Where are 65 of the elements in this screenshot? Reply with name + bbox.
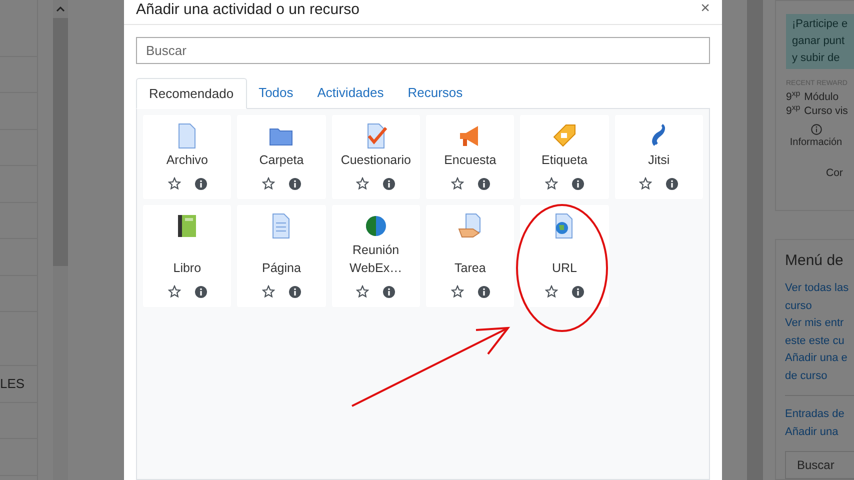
activity-tile[interactable]: Reunión WebEx…: [332, 205, 420, 307]
modal-title: Añadir una actividad o un recurso: [136, 1, 360, 18]
reward-text: Módulo: [804, 90, 839, 104]
activity-tile[interactable]: URL: [520, 205, 609, 307]
activity-name: Encuesta: [443, 152, 498, 169]
info-icon[interactable]: [572, 178, 584, 190]
star-icon[interactable]: [262, 285, 275, 298]
search-field[interactable]: Buscar: [136, 37, 710, 64]
activity-name: Archivo: [165, 152, 209, 169]
star-icon[interactable]: [356, 177, 370, 190]
info-icon[interactable]: [194, 286, 207, 298]
tab[interactable]: Recursos: [396, 77, 475, 108]
star-icon[interactable]: [544, 285, 558, 298]
info-icon[interactable]: [383, 178, 396, 190]
activity-tile[interactable]: Carpeta: [237, 115, 326, 199]
info-icon[interactable]: [478, 286, 490, 298]
info-icon[interactable]: [288, 286, 301, 298]
activity-name: Libro: [172, 260, 202, 277]
info-icon[interactable]: [478, 178, 490, 190]
activity-tile[interactable]: Cuestionario: [332, 115, 420, 199]
points: 9$^{xp}$: [786, 104, 800, 118]
activity-tile[interactable]: Página: [237, 205, 326, 307]
info-icon[interactable]: [383, 286, 396, 298]
tag-icon: [551, 123, 578, 149]
activity-name: Etiqueta: [540, 152, 588, 169]
points: 9$^{xp}$: [786, 90, 800, 104]
star-icon[interactable]: [450, 285, 464, 298]
scroll-up-icon[interactable]: [56, 6, 65, 12]
activity-name: Página: [261, 260, 302, 277]
info-label: Información: [790, 136, 842, 150]
info-icon[interactable]: [288, 178, 301, 190]
activity-tile[interactable]: Libro: [143, 205, 232, 307]
tab[interactable]: Todos: [246, 77, 306, 108]
star-icon[interactable]: [356, 285, 370, 298]
activity-name: Carpeta: [258, 152, 305, 169]
activity-tile[interactable]: Tarea: [426, 205, 514, 307]
star-icon[interactable]: [639, 177, 652, 190]
cut-label: Cor: [826, 166, 844, 180]
info-icon[interactable]: [194, 178, 207, 190]
activity-name: Cuestionario: [340, 152, 411, 169]
card-title: Menú de: [785, 250, 844, 270]
reward-text: Curso vis: [804, 104, 848, 118]
star-icon[interactable]: [544, 177, 558, 190]
activity-tile[interactable]: Etiqueta: [520, 115, 609, 199]
star-icon[interactable]: [168, 285, 181, 298]
info-icon[interactable]: [666, 178, 678, 190]
tab[interactable]: Recomendado: [136, 78, 247, 109]
info-icon[interactable]: [810, 124, 822, 134]
activity-tile[interactable]: Jitsi: [614, 115, 703, 199]
star-icon[interactable]: [168, 177, 181, 190]
activity-name: URL: [550, 260, 578, 277]
info-icon[interactable]: [572, 286, 584, 298]
activity-tile[interactable]: Archivo: [143, 115, 232, 199]
star-icon[interactable]: [450, 177, 464, 190]
close-button[interactable]: ×: [700, 1, 710, 17]
notice-text: ¡Participe e ganar punt y subir de: [786, 14, 854, 69]
activity-name: Jitsi: [647, 152, 671, 169]
star-icon[interactable]: [262, 177, 275, 190]
activity-tile[interactable]: Encuesta: [426, 115, 514, 199]
search-field[interactable]: Buscar: [785, 451, 854, 479]
hand-document-icon: [457, 213, 484, 239]
menu-label: LES: [0, 375, 25, 393]
activity-name: Tarea: [454, 260, 487, 277]
tab[interactable]: Actividades: [305, 77, 396, 108]
activity-name: Reunión WebEx…: [348, 242, 404, 277]
